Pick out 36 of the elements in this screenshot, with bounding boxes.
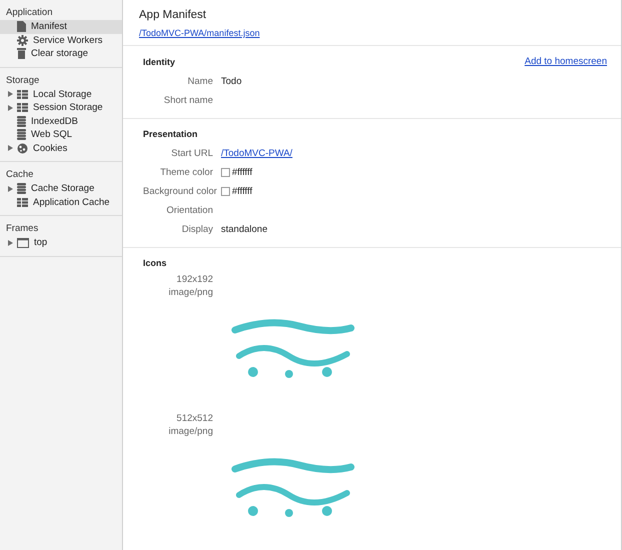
add-to-homescreen-link[interactable]: Add to homescreen <box>524 56 607 67</box>
section-heading: Identity <box>143 56 176 66</box>
sidebar-heading: Storage <box>5 74 40 88</box>
sidebar-item[interactable]: Cookies <box>0 142 122 155</box>
panel-title: App Manifest <box>139 9 208 21</box>
sidebar-heading: Application <box>5 6 54 20</box>
sidebar-item[interactable]: top <box>0 236 122 250</box>
sidebar-item[interactable]: Service Workers <box>0 34 122 47</box>
icon-size: 192x192 <box>176 274 213 285</box>
sidebar-item[interactable]: Session Storage <box>0 101 122 114</box>
field-label: Orientation <box>166 205 213 216</box>
section-heading: Presentation <box>143 129 198 139</box>
field-value: standalone <box>221 224 268 235</box>
sidebar-heading: Cache <box>5 168 34 182</box>
sidebar-item[interactable]: Application Cache <box>0 196 122 209</box>
sidebar-item[interactable]: Local Storage <box>0 88 122 101</box>
icon-type: image/png <box>168 287 213 298</box>
field-label: Theme color <box>159 167 213 178</box>
field-label: Display <box>180 224 213 235</box>
manifest-link[interactable]: /TodoMVC-PWA/manifest.json <box>139 28 260 38</box>
field-value: #ffffff <box>232 186 252 197</box>
sidebar-heading: Frames <box>5 222 40 236</box>
start-url-link[interactable]: /TodoMVC-PWA/ <box>221 148 292 159</box>
sidebar-item[interactable]: Manifest <box>0 20 122 34</box>
field-value: #ffffff <box>232 167 252 178</box>
sidebar-item[interactable]: Clear storage <box>0 47 122 60</box>
icon-size: 512x512 <box>176 413 213 424</box>
field-label: Start URL <box>170 148 213 159</box>
field-label: Name <box>186 76 213 87</box>
field-value: Todo <box>221 76 242 87</box>
sidebar-item[interactable]: Cache Storage <box>0 182 122 196</box>
section-heading: Icons <box>143 258 167 268</box>
sidebar-item[interactable]: Web SQL <box>0 128 122 142</box>
sidebar-item[interactable]: IndexedDB <box>0 114 122 128</box>
field-label: Short name <box>162 95 213 106</box>
icon-type: image/png <box>168 426 213 437</box>
